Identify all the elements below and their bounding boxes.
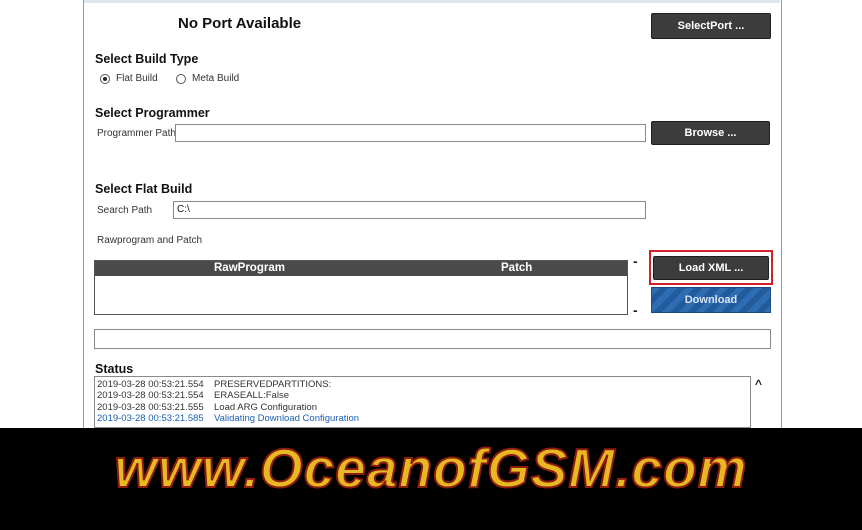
- column-header-rawprogram: RawProgram: [214, 262, 285, 274]
- download-button[interactable]: Download: [651, 287, 771, 313]
- flat-build-heading: Select Flat Build: [95, 182, 193, 196]
- browse-button[interactable]: Browse ...: [651, 121, 770, 145]
- log-message: PRESERVEDPARTITIONS:: [214, 379, 332, 390]
- scroll-up-icon[interactable]: ^: [755, 377, 762, 391]
- rawprogram-patch-table[interactable]: RawProgram Patch: [94, 260, 628, 315]
- column-header-patch: Patch: [501, 262, 533, 274]
- status-log-line: 2019-03-28 00:53:21.585 Validating Downlo…: [97, 413, 748, 424]
- log-message: Load ARG Configuration: [214, 401, 317, 413]
- search-path-input[interactable]: C:\: [173, 201, 646, 219]
- status-log-line: 2019-03-28 00:53:21.555 Load ARG Configur…: [97, 402, 748, 413]
- watermark-text: www.OceanofGSM.com: [113, 436, 748, 500]
- log-timestamp: 2019-03-28 00:53:21.554: [97, 379, 204, 390]
- programmer-heading: Select Programmer: [95, 106, 210, 120]
- log-message: ERASEALL:False: [214, 390, 289, 402]
- port-status-label: No Port Available: [178, 15, 302, 32]
- log-timestamp: 2019-03-28 00:53:21.555: [97, 401, 204, 413]
- log-timestamp: 2019-03-28 00:53:21.554: [97, 390, 204, 402]
- status-log-line: 2019-03-28 00:53:21.554 ERASEALL:False: [97, 390, 748, 401]
- status-log-line: 2019-03-28 00:53:21.554 PRESERVEDPARTITIO…: [97, 379, 748, 390]
- search-path-label: Search Path: [97, 205, 153, 216]
- status-log-lines: 2019-03-28 00:53:21.554 PRESERVEDPARTITIO…: [97, 379, 748, 424]
- status-log[interactable]: 2019-03-28 00:53:21.554 PRESERVEDPARTITIO…: [94, 376, 751, 428]
- radio-selected-dot: [103, 77, 107, 81]
- load-xml-button[interactable]: Load XML ...: [653, 256, 769, 280]
- meta-build-label: Meta Build: [192, 73, 240, 84]
- log-message: Validating Download Configuration: [214, 412, 360, 424]
- programmer-path-input[interactable]: [175, 124, 646, 142]
- minus-top[interactable]: -: [633, 253, 638, 269]
- flat-build-label: Flat Build: [116, 73, 158, 84]
- top-divider: [84, 0, 780, 3]
- meta-build-radio[interactable]: [176, 74, 186, 84]
- table-header: RawProgram Patch: [95, 261, 627, 276]
- log-timestamp: 2019-03-28 00:53:21.585: [97, 412, 204, 424]
- rawprogram-patch-label: Rawprogram and Patch: [97, 235, 203, 246]
- build-type-heading: Select Build Type: [95, 52, 199, 66]
- progress-bar: [94, 329, 771, 349]
- status-heading: Status: [95, 362, 134, 376]
- programmer-path-label: Programmer Path: [97, 128, 176, 139]
- minus-bottom[interactable]: -: [633, 302, 638, 318]
- flat-build-radio[interactable]: [100, 74, 110, 84]
- select-port-button[interactable]: SelectPort ...: [651, 13, 771, 39]
